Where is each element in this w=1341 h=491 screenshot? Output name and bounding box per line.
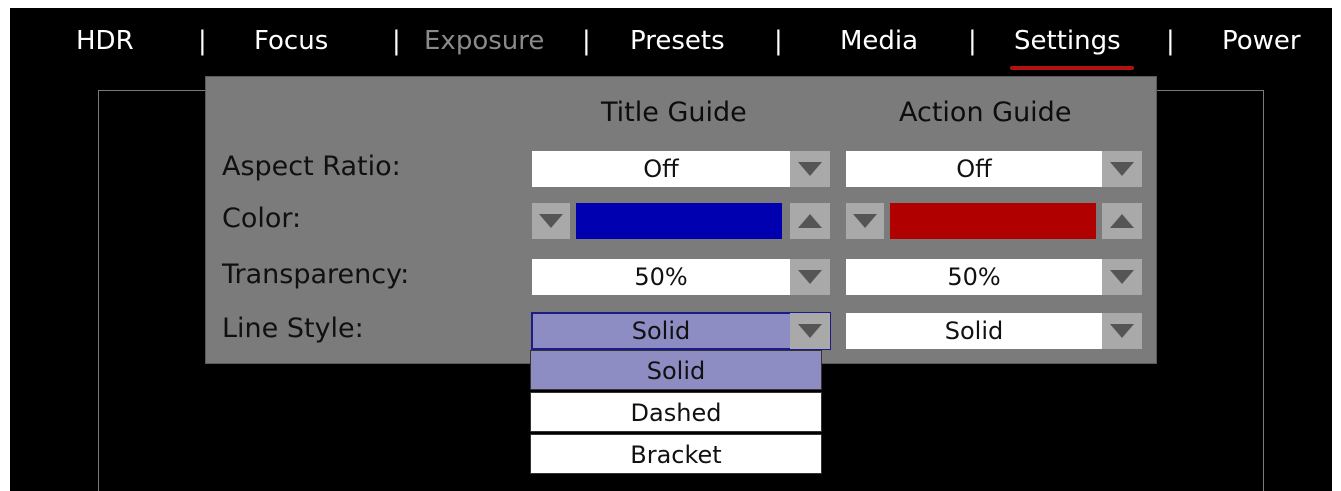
chevron-up-icon[interactable]: [1102, 203, 1142, 239]
chevron-down-icon[interactable]: [790, 151, 830, 187]
screen: HDR | Focus | Exposure | Presets | Media…: [10, 8, 1332, 491]
transparency-label: Transparency:: [222, 259, 410, 290]
title-line-style-select[interactable]: Solid: [531, 312, 832, 350]
color-label: Color:: [222, 203, 302, 234]
tab-separator: |: [582, 26, 591, 56]
tab-presets[interactable]: Presets: [630, 26, 725, 56]
tab-separator: |: [1166, 26, 1175, 56]
tab-hdr[interactable]: HDR: [76, 26, 134, 56]
dropdown-option-dashed[interactable]: Dashed: [530, 392, 822, 432]
tab-settings[interactable]: Settings: [1014, 26, 1121, 56]
chevron-down-icon[interactable]: [790, 259, 830, 295]
chevron-down-icon[interactable]: [1102, 259, 1142, 295]
action-line-style-select[interactable]: Solid: [846, 313, 1146, 349]
tab-separator: |: [968, 26, 977, 56]
tab-separator: |: [774, 26, 783, 56]
chevron-up-icon[interactable]: [790, 203, 830, 239]
tab-media[interactable]: Media: [840, 26, 918, 56]
aspect-ratio-label: Aspect Ratio:: [222, 151, 401, 182]
tab-bar: HDR | Focus | Exposure | Presets | Media…: [10, 8, 1332, 74]
title-guide-heading: Title Guide: [601, 97, 747, 128]
action-aspect-ratio-select[interactable]: Off: [846, 151, 1146, 187]
title-transparency-value: 50%: [634, 263, 688, 291]
action-line-style-value: Solid: [944, 317, 1004, 345]
title-line-style-value: Solid: [631, 317, 691, 345]
dropdown-option-bracket[interactable]: Bracket: [530, 434, 822, 474]
guides-settings-panel: Title Guide Action Guide Aspect Ratio: O…: [205, 76, 1157, 364]
action-transparency-value: 50%: [947, 263, 1001, 291]
title-color-swatch: [576, 203, 782, 239]
chevron-down-icon[interactable]: [846, 203, 884, 239]
tab-separator: |: [198, 26, 207, 56]
chevron-down-icon[interactable]: [790, 313, 830, 349]
active-tab-indicator: [1010, 66, 1134, 70]
chevron-down-icon[interactable]: [1102, 313, 1142, 349]
tab-separator: |: [392, 26, 401, 56]
title-aspect-ratio-select[interactable]: Off: [532, 151, 832, 187]
chevron-down-icon[interactable]: [1102, 151, 1142, 187]
tab-power[interactable]: Power: [1222, 26, 1301, 56]
tab-exposure[interactable]: Exposure: [424, 26, 544, 56]
title-aspect-ratio-value: Off: [643, 155, 679, 183]
title-color-picker[interactable]: [532, 203, 832, 239]
action-transparency-select[interactable]: 50%: [846, 259, 1146, 295]
action-color-picker[interactable]: [846, 203, 1146, 239]
action-color-swatch: [890, 203, 1096, 239]
action-guide-heading: Action Guide: [899, 97, 1072, 128]
title-transparency-select[interactable]: 50%: [532, 259, 832, 295]
chevron-down-icon[interactable]: [532, 203, 570, 239]
line-style-label: Line Style:: [222, 313, 364, 344]
dropdown-option-solid[interactable]: Solid: [530, 350, 822, 390]
action-aspect-ratio-value: Off: [956, 155, 992, 183]
tab-focus[interactable]: Focus: [254, 26, 328, 56]
